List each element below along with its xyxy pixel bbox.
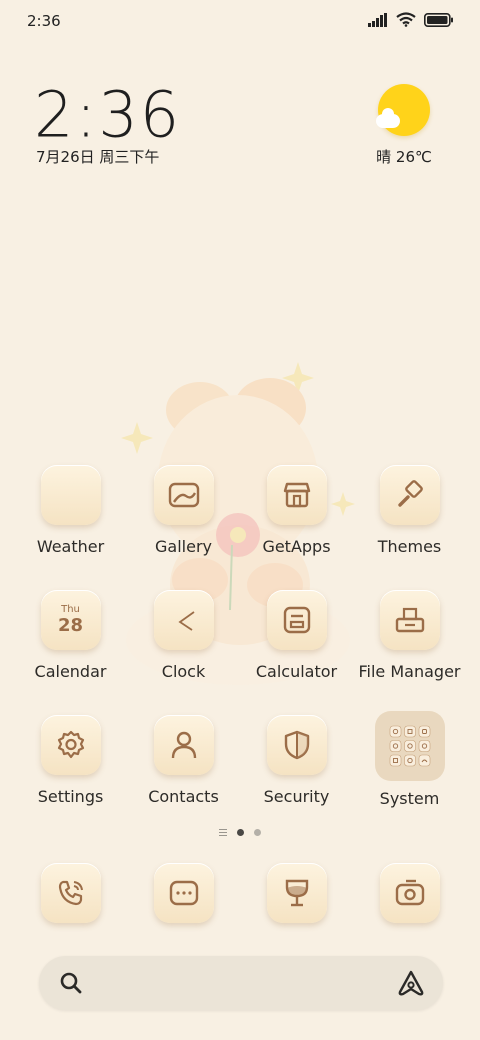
app-security[interactable]: Security (240, 715, 353, 806)
app-getapps[interactable]: GetApps (240, 465, 353, 556)
app-label: Weather (36, 537, 105, 556)
folder-grid-icon (374, 711, 445, 781)
app-label: Calendar (34, 662, 107, 681)
calendar-day-abbr: Thu (61, 604, 80, 615)
dock-phone[interactable] (14, 863, 127, 923)
app-label: Calculator (255, 662, 338, 681)
app-label: Settings (37, 787, 104, 806)
page-indicator[interactable] (0, 829, 480, 836)
app-label: Themes (377, 537, 442, 556)
weather-text: 晴 26℃ (376, 148, 432, 166)
app-label: Security (263, 787, 330, 806)
app-settings[interactable]: Settings (14, 715, 127, 806)
battery-icon (424, 12, 453, 27)
camera-icon (379, 863, 440, 923)
search-icon (60, 972, 82, 994)
shield-icon (266, 715, 327, 775)
app-filemanager[interactable]: File Manager (353, 590, 466, 681)
app-label: System (379, 789, 440, 808)
app-label: Gallery (155, 537, 212, 556)
calendar-icon: Thu 28 (40, 590, 101, 650)
sun-cloud-icon (376, 84, 430, 136)
dock-browser[interactable] (240, 863, 353, 923)
page-dot (254, 829, 261, 836)
person-icon (153, 715, 214, 775)
app-calendar[interactable]: Thu 28 Calendar (14, 590, 127, 681)
chat-icon (153, 863, 214, 923)
app-contacts[interactable]: Contacts (127, 715, 240, 806)
gear-icon (40, 715, 101, 775)
calculator-icon (266, 590, 327, 650)
app-label: Contacts (148, 787, 219, 806)
phone-icon (40, 863, 101, 923)
page-dot-active (237, 829, 244, 836)
brush-icon (379, 465, 440, 525)
dock-camera[interactable] (353, 863, 466, 923)
glass-icon (266, 863, 327, 923)
app-system-folder[interactable]: System (353, 711, 466, 808)
app-themes[interactable]: Themes (353, 465, 466, 556)
clock-widget-time[interactable]: 2:36 (34, 77, 181, 151)
clock-widget-date: 7月26日 周三下午 (36, 148, 160, 166)
wifi-icon (396, 12, 416, 27)
weather-widget[interactable]: 晴 26℃ (364, 84, 444, 167)
app-clock[interactable]: Clock (127, 590, 240, 681)
signal-icon (368, 12, 387, 27)
status-time: 2:36 (27, 12, 61, 30)
dock-messages[interactable] (127, 863, 240, 923)
assistant-icon[interactable] (397, 969, 425, 997)
status-bar: 2:36 (0, 0, 480, 40)
app-label: File Manager (358, 662, 461, 681)
search-bar[interactable] (39, 956, 443, 1010)
folder-icon (379, 590, 440, 650)
menu-lines-icon (219, 829, 227, 836)
blank-icon (40, 465, 101, 525)
store-icon (266, 465, 327, 525)
app-calculator[interactable]: Calculator (240, 590, 353, 681)
app-label: Clock (161, 662, 206, 681)
clock-icon (153, 590, 214, 650)
image-icon (153, 465, 214, 525)
calendar-day-num: 28 (57, 615, 84, 636)
app-gallery[interactable]: Gallery (127, 465, 240, 556)
app-weather[interactable]: Weather (14, 465, 127, 556)
app-label: GetApps (262, 537, 331, 556)
